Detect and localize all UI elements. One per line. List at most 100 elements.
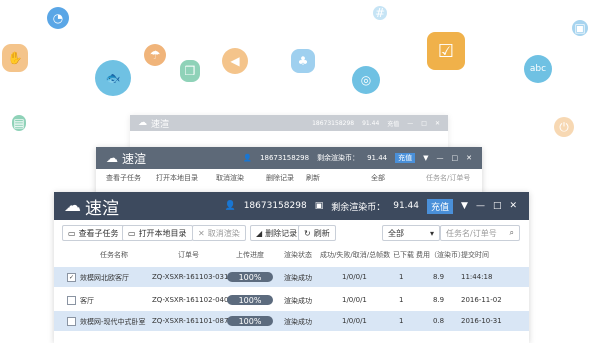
compass-icon: ◎ — [352, 66, 380, 94]
delete-button[interactable]: 删除记录 — [266, 173, 294, 183]
open-dir-button[interactable]: ▭ 打开本地目录 — [122, 225, 193, 241]
user-phone: 18673158298 — [260, 154, 310, 162]
minimize-icon[interactable]: — — [437, 154, 444, 162]
cloud-icon: ☁ — [64, 196, 81, 216]
menu-icon[interactable]: ▼ — [423, 154, 428, 162]
close-icon[interactable]: ✕ — [509, 201, 517, 211]
folder-icon: ▭ — [68, 228, 76, 238]
title-bar: ☁ 速渲 👤 18673158298 剩余渲染币： 91.44 充值 ▼ — □ ✕ — [96, 147, 482, 169]
balance-label: 剩余渲染币： — [317, 154, 360, 162]
title-bar: ☁ 速渲 👤 18673158298 ▣ 剩余渲染币： 91.44 充值 ▼ — □ ✕ — [54, 192, 529, 220]
app-window-front: ☁ 速渲 👤 18673158298 ▣ 剩余渲染币： 91.44 充值 ▼ — □ ✕ ▭ 查… — [54, 192, 529, 343]
menu-icon[interactable]: ▼ — [461, 201, 468, 211]
view-sub-button[interactable]: 查看子任务 — [106, 173, 141, 183]
close-icon[interactable]: ✕ — [466, 154, 472, 162]
hand-icon: ✋ — [2, 44, 28, 72]
table-header: 任务名称 订单号 上传进度 渲染状态 成功/失败/取消/总帧数 已下载 费用（渲… — [54, 249, 529, 261]
maximize-icon[interactable]: □ — [421, 120, 427, 127]
order-id: ZQ-XSXR-161103-0314 — [152, 273, 233, 281]
app-window-middle: ☁ 速渲 👤 18673158298 剩余渲染币： 91.44 充值 ▼ — □ ✕ 查看子… — [96, 147, 482, 195]
upload-progress: 100% — [227, 272, 273, 282]
book-icon: ❒ — [180, 60, 200, 82]
maximize-icon[interactable]: □ — [493, 201, 502, 211]
frame-counts: 1/0/0/1 — [342, 273, 367, 281]
submit-time: 11:44:18 — [461, 273, 493, 281]
search-input[interactable]: 任务名/订单号 — [426, 173, 470, 183]
refresh-label: 刷新 — [313, 228, 330, 238]
refresh-button[interactable]: ↻ 刷新 — [298, 225, 336, 241]
toolbar: ▭ 查看子任务 ▭ 打开本地目录 ✕ 取消渲染 ◢ 删除记录 ↻ 刷新 全部 ▾ 任务名/订… — [54, 225, 529, 241]
submit-time: 2016-11-02 — [461, 296, 502, 304]
search-placeholder: 任务名/订单号 — [446, 228, 497, 238]
beach-icon: ☂ — [144, 44, 166, 66]
cost-value: 8.9 — [433, 296, 445, 304]
brand-name: 速渲 — [151, 119, 170, 130]
row-checkbox[interactable]: ✓ — [67, 273, 76, 282]
view-sub-label: 查看子任务 — [78, 228, 119, 238]
view-sub-button[interactable]: ▭ 查看子任务 — [62, 225, 125, 241]
cancel-button[interactable]: 取消渲染 — [216, 173, 244, 183]
paper-icon: ▤ — [12, 115, 26, 131]
filter-select[interactable]: 全部 — [371, 173, 385, 183]
frame-counts: 1/0/0/1 — [342, 296, 367, 304]
row-checkbox[interactable] — [67, 296, 76, 305]
upload-progress: 100% — [227, 316, 273, 326]
downloaded-count: 1 — [399, 296, 404, 304]
col-name: 任务名称 — [100, 251, 128, 259]
row-checkbox[interactable] — [67, 317, 76, 326]
refresh-button[interactable]: 刷新 — [306, 173, 320, 183]
balance-value: 91.44 — [367, 154, 388, 162]
brand-name: 速渲 — [122, 151, 147, 166]
render-status: 渲染成功 — [284, 297, 312, 305]
order-id: ZQ-XSXR-161102-0402 — [152, 296, 233, 304]
frame-counts: 1/0/0/1 — [342, 317, 367, 325]
tree-icon: ♣ — [291, 49, 315, 73]
minimize-icon[interactable]: — — [476, 201, 485, 211]
cancel-button[interactable]: ✕ 取消渲染 — [192, 225, 246, 241]
hashtag-icon: # — [373, 6, 387, 20]
recharge-button[interactable]: 充值 — [387, 119, 399, 128]
downloaded-count: 1 — [399, 317, 404, 325]
cost-value: 0.8 — [433, 317, 445, 325]
cloud-icon: ☁ — [106, 151, 118, 165]
logo: ☁ 速渲 — [138, 118, 170, 130]
user-phone: 18673158298 — [243, 201, 307, 211]
logo: ☁ 速渲 — [64, 194, 119, 219]
chart-icon: ◔ — [47, 7, 69, 29]
filter-select[interactable]: 全部 ▾ — [382, 225, 440, 241]
col-time: 提交时间 — [461, 251, 489, 259]
recharge-button[interactable]: 充值 — [395, 153, 416, 163]
title-bar: ☁ 速渲 18673158298 91.44 充值 — □ ✕ — [130, 115, 448, 131]
user-icon: 👤 — [243, 154, 253, 162]
col-cost: 费用（渲染币） — [416, 251, 465, 259]
col-status: 渲染状态 — [284, 251, 312, 259]
col-order: 订单号 — [178, 251, 199, 259]
table-row[interactable]: ✓ 效模网北欧客厅 ZQ-XSXR-161103-0314 100% 渲染成功 1/0/0… — [54, 267, 529, 287]
delete-label: 删除记录 — [265, 228, 298, 238]
maximize-icon[interactable]: □ — [452, 154, 459, 162]
table-row[interactable]: 客厅 ZQ-XSXR-161102-0402 100% 渲染成功 1/0/0/1 1 8.9… — [54, 290, 529, 310]
table-row[interactable]: 效模网-现代中式卧室 ZQ-XSXR-161101-0879 100% 渲染成功 1/0… — [54, 311, 529, 331]
user-phone: 18673158298 — [312, 119, 355, 127]
balance-value: 91.44 — [362, 119, 380, 127]
close-icon[interactable]: ✕ — [435, 120, 440, 127]
check-icon: ☑ — [427, 32, 465, 70]
render-status: 渲染成功 — [284, 274, 312, 282]
fish-icon: 🐟 — [95, 60, 131, 96]
submit-time: 2016-10-31 — [461, 317, 502, 325]
open-dir-label: 打开本地目录 — [138, 228, 187, 238]
coin-icon: ▣ — [314, 201, 324, 211]
open-dir-button[interactable]: 打开本地目录 — [156, 173, 198, 183]
recharge-button[interactable]: 充值 — [427, 198, 454, 214]
upload-progress: 100% — [227, 295, 273, 305]
abc-icon: abc — [524, 55, 552, 83]
logo: ☁ 速渲 — [106, 150, 146, 167]
cancel-label: 取消渲染 — [207, 228, 240, 238]
speaker-icon: ◀ — [222, 48, 248, 74]
chevron-down-icon: ▾ — [429, 228, 434, 238]
minimize-icon[interactable]: — — [407, 120, 413, 127]
search-input[interactable]: 任务名/订单号 ⌕ — [440, 225, 520, 241]
delete-button[interactable]: ◢ 删除记录 — [250, 225, 304, 241]
folder-open-icon: ▭ — [128, 228, 136, 238]
delete-icon: ◢ — [256, 228, 263, 238]
